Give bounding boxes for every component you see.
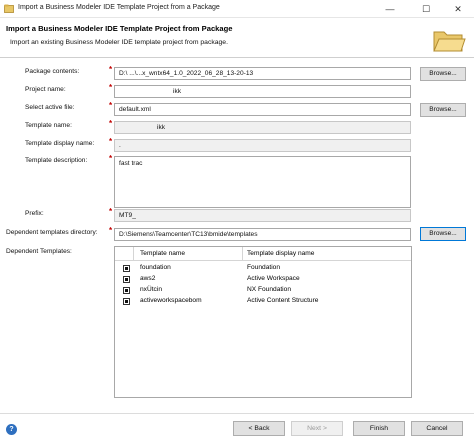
- table-row[interactable]: aws2 Active Workspace: [115, 274, 411, 285]
- wizard-header: Import a Business Modeler IDE Template P…: [0, 18, 474, 58]
- required-marker: *: [109, 65, 113, 74]
- cell-display-name: Foundation: [247, 264, 280, 271]
- window-titlebar: Import a Business Modeler IDE Template P…: [0, 0, 474, 18]
- cell-template-name: aws2: [140, 275, 156, 282]
- required-marker: *: [109, 119, 113, 128]
- back-button[interactable]: < Back: [233, 421, 285, 436]
- required-marker: *: [109, 207, 113, 216]
- row-checkbox[interactable]: [123, 265, 130, 272]
- cancel-button[interactable]: Cancel: [411, 421, 463, 436]
- cell-display-name: Active Workspace: [247, 275, 300, 282]
- project-name-field[interactable]: ikk: [114, 85, 411, 98]
- table-row[interactable]: activeworkspacebom Active Content Struct…: [115, 296, 411, 307]
- required-marker: *: [109, 101, 113, 110]
- wizard-footer: ? < Back Next > Finish Cancel: [0, 413, 474, 445]
- template-description-textarea[interactable]: fast trac: [114, 156, 411, 208]
- wizard-subtitle: Import an existing Business Modeler IDE …: [10, 39, 228, 46]
- open-folder-icon: [433, 31, 466, 52]
- help-icon[interactable]: ?: [6, 424, 17, 435]
- row-checkbox[interactable]: [123, 298, 130, 305]
- cell-template-name: activeworkspacebom: [140, 297, 202, 304]
- next-button[interactable]: Next >: [291, 421, 343, 436]
- required-marker: *: [109, 137, 113, 146]
- app-icon: [4, 4, 14, 13]
- required-marker: *: [109, 226, 113, 235]
- template-name-label: Template name:: [25, 122, 72, 129]
- template-display-name-label: Template display name:: [25, 140, 95, 147]
- active-file-field[interactable]: default.xml: [114, 103, 411, 116]
- prefix-field[interactable]: MT9_: [114, 209, 411, 222]
- cell-template-name: foundation: [140, 264, 171, 271]
- package-contents-label: Package contents:: [25, 68, 80, 75]
- dependent-dir-field[interactable]: D:\Siemens\Teamcenter\TC13\bmide\templat…: [114, 228, 411, 241]
- row-checkbox[interactable]: [123, 276, 130, 283]
- active-file-label: Select active file:: [25, 104, 75, 111]
- column-divider: [133, 247, 134, 261]
- table-row[interactable]: nxÜtcin NX Foundation: [115, 285, 411, 296]
- active-file-browse-button[interactable]: Browse...: [420, 103, 466, 117]
- required-marker: *: [109, 83, 113, 92]
- close-button[interactable]: ✕: [443, 1, 473, 17]
- cell-display-name: NX Foundation: [247, 286, 291, 293]
- template-name-field[interactable]: ikk: [114, 121, 411, 134]
- cell-display-name: Active Content Structure: [247, 297, 319, 304]
- column-header-template-name[interactable]: Template name: [140, 250, 185, 257]
- maximize-button[interactable]: ☐: [411, 1, 441, 17]
- wizard-title: Import a Business Modeler IDE Template P…: [6, 24, 233, 33]
- project-name-label: Project name:: [25, 86, 66, 93]
- dependent-dir-browse-button[interactable]: Browse...: [420, 227, 466, 241]
- required-marker: *: [109, 154, 113, 163]
- template-display-name-field[interactable]: .: [114, 139, 411, 152]
- prefix-label: Prefix:: [25, 210, 44, 217]
- finish-button[interactable]: Finish: [353, 421, 405, 436]
- template-description-label: Template description:: [25, 157, 88, 164]
- table-row[interactable]: foundation Foundation: [115, 263, 411, 274]
- dependent-dir-label: Dependent templates directory:: [6, 229, 98, 236]
- column-header-display-name[interactable]: Template display name: [247, 250, 314, 257]
- column-divider: [242, 247, 243, 261]
- minimize-button[interactable]: —: [375, 1, 405, 17]
- cell-template-name: nxÜtcin: [140, 286, 162, 293]
- row-checkbox[interactable]: [123, 287, 130, 294]
- package-browse-button[interactable]: Browse...: [420, 67, 466, 81]
- table-header: Template name Template display name: [115, 247, 411, 261]
- window-title: Import a Business Modeler IDE Template P…: [18, 4, 220, 11]
- package-contents-field[interactable]: D:\ ...\...x_wntx64_1.0_2022_06_28_13-20…: [114, 67, 411, 80]
- dependent-templates-table[interactable]: Template name Template display name foun…: [114, 246, 412, 398]
- dependent-templates-label: Dependent Templates:: [6, 248, 72, 255]
